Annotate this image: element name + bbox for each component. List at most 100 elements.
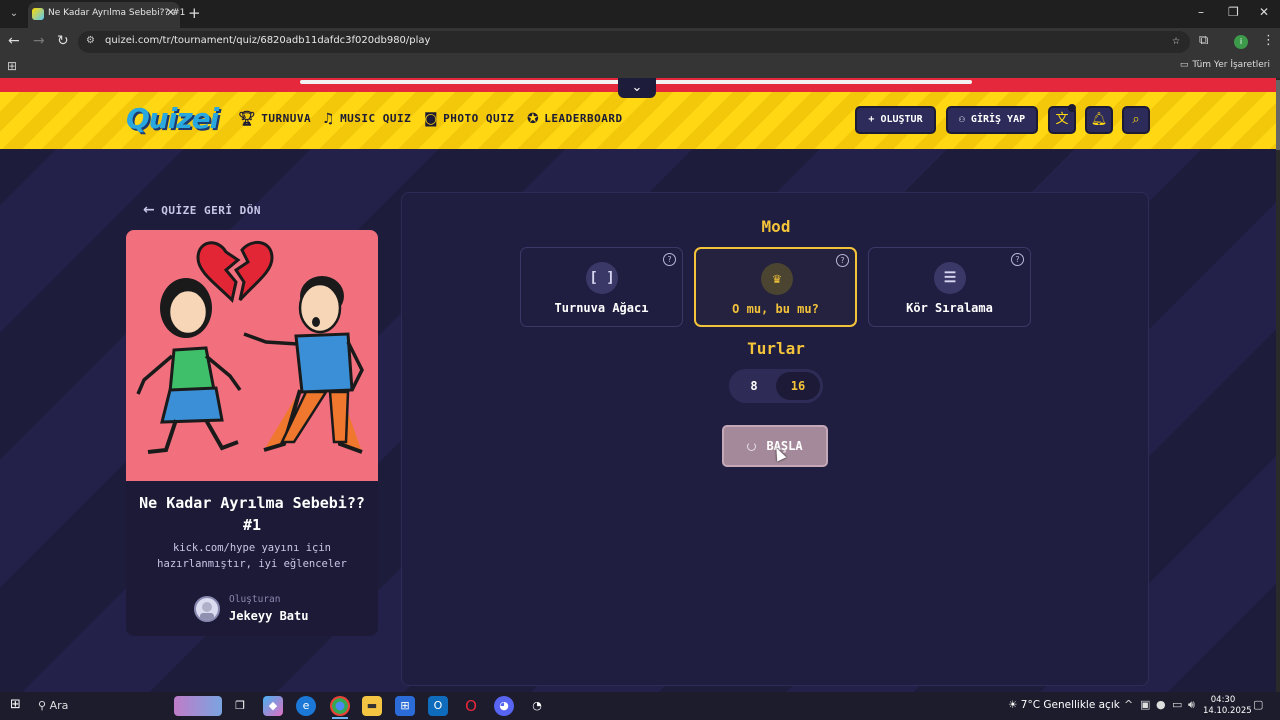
mode-title: Mod bbox=[761, 217, 791, 236]
site-info-icon[interactable]: ⚙ bbox=[86, 35, 95, 46]
bookmarks-bar: ⊞ ▭ Tüm Yer İşaretleri bbox=[0, 56, 1280, 78]
bookmark-star-icon[interactable]: ☆ bbox=[1172, 33, 1180, 48]
weather-text: 7°C Genellikle açık bbox=[1020, 699, 1120, 711]
search-icon: ⚲ bbox=[38, 699, 50, 712]
gauge-app-icon[interactable]: ◔ bbox=[527, 696, 547, 716]
profile-avatar[interactable]: i bbox=[1234, 35, 1248, 49]
mode-option-blind-ranking[interactable]: ☰ ? Kör Sıralama bbox=[868, 247, 1031, 327]
mode-option-bracket[interactable]: [ ] ? Turnuva Ağacı bbox=[520, 247, 683, 327]
start-button[interactable]: BAŞLA bbox=[722, 425, 828, 467]
discord-icon[interactable]: ◕ bbox=[494, 696, 514, 716]
network-icon[interactable]: ▭ bbox=[1172, 698, 1182, 711]
rounds-title: Turlar bbox=[747, 339, 805, 358]
browser-tab[interactable]: Ne Kadar Ayrılma Sebebi?? #1 ✕ bbox=[28, 2, 185, 28]
search-highlight-icon[interactable] bbox=[174, 696, 222, 716]
page-scrollbar[interactable] bbox=[1276, 78, 1280, 692]
extensions-icon[interactable]: ⧉ bbox=[1199, 33, 1208, 48]
url-text[interactable]: quizei.com/tr/tournament/quiz/6820adb11d… bbox=[105, 35, 430, 46]
quiz-title: Ne Kadar Ayrılma Sebebi?? #1 bbox=[139, 494, 365, 534]
edge-icon[interactable]: e bbox=[296, 696, 316, 716]
clock-date: 14.10.2025 bbox=[1203, 706, 1252, 716]
crown-icon: ♛ bbox=[761, 263, 793, 295]
taskbar-search-label: Ara bbox=[49, 699, 69, 712]
minimize-icon[interactable]: – bbox=[1198, 5, 1204, 19]
address-bar-row: ← → ↻ ⚙ quizei.com/tr/tournament/quiz/68… bbox=[0, 28, 1280, 56]
weather-icon: ☀ bbox=[1008, 699, 1021, 711]
outlook-icon[interactable]: O bbox=[428, 696, 448, 716]
task-view-icon[interactable]: ❐ bbox=[230, 696, 250, 716]
bracket-icon: [ ] bbox=[586, 262, 618, 294]
nav-turnuva-label: TURNUVA bbox=[261, 112, 312, 125]
rounds-selector: 8 16 bbox=[729, 369, 823, 403]
nav-photo-quiz[interactable]: ◙ PHOTO QUIZ bbox=[424, 111, 514, 127]
creator-name[interactable]: Jekeyy Batu bbox=[229, 609, 308, 623]
quizei-favicon-icon bbox=[32, 8, 44, 20]
reload-icon[interactable]: ↻ bbox=[57, 33, 69, 49]
copilot-icon[interactable]: ◆ bbox=[263, 696, 283, 716]
notifications-icon[interactable]: ▢ bbox=[1253, 698, 1263, 711]
back-icon[interactable]: ← bbox=[8, 33, 20, 49]
search-icon[interactable]: ⌕ bbox=[1122, 106, 1150, 134]
file-explorer-icon[interactable]: ▬ bbox=[362, 696, 382, 716]
arrow-left-icon: ← bbox=[143, 202, 156, 218]
tray-chevron-icon[interactable]: ^ bbox=[1124, 698, 1133, 711]
back-to-quiz-link[interactable]: ← QUİZE GERİ DÖN bbox=[143, 202, 261, 218]
bell-icon[interactable]: 🔔︎ bbox=[1085, 106, 1113, 134]
language-indicator-dot bbox=[1068, 104, 1076, 112]
meet-icon[interactable]: ▣ bbox=[1140, 698, 1150, 711]
restore-icon[interactable]: ❐ bbox=[1228, 5, 1239, 19]
quizei-logo[interactable]: Quizei bbox=[126, 102, 219, 135]
browser-menu-icon[interactable]: ⋮ bbox=[1262, 33, 1275, 48]
tab-title: Ne Kadar Ayrılma Sebebi?? #1 bbox=[48, 8, 186, 18]
chrome-icon[interactable] bbox=[330, 696, 350, 716]
nav-photo-quiz-label: PHOTO QUIZ bbox=[443, 112, 515, 125]
taskbar-search[interactable]: ⚲ Ara bbox=[38, 699, 68, 712]
login-label: GİRİŞ YAP bbox=[970, 114, 1026, 125]
quiz-info-card: Ne Kadar Ayrılma Sebebi?? #1 kick.com/hy… bbox=[126, 230, 378, 636]
site-header: Quizei 🏆︎ TURNUVA ♫ MUSIC QUIZ ◙ PHOTO QUIZ… bbox=[0, 92, 1276, 149]
omnibox[interactable]: ⚙ quizei.com/tr/tournament/quiz/6820adb1… bbox=[78, 31, 1190, 53]
round-option-8[interactable]: 8 bbox=[732, 372, 776, 400]
nav-music-quiz-label: MUSIC QUIZ bbox=[340, 112, 412, 125]
creator-avatar-image bbox=[200, 602, 214, 620]
active-app-indicator bbox=[332, 717, 348, 719]
store-icon[interactable]: ⊞ bbox=[395, 696, 415, 716]
scrollbar-thumb[interactable] bbox=[1276, 80, 1280, 150]
round-option-16[interactable]: 16 bbox=[776, 372, 820, 400]
volume-icon[interactable]: 🔊︎ bbox=[1188, 698, 1195, 712]
apps-grid-icon[interactable]: ⊞ bbox=[7, 59, 17, 73]
nav-music-quiz[interactable]: ♫ MUSIC QUIZ bbox=[322, 111, 411, 127]
windows-taskbar: ⊞ ⚲ Ara ❐ ◆ e ▬ ⊞ O O ◕ ◔ ☀ 7°C Genellik… bbox=[0, 692, 1280, 720]
nav-leaderboard[interactable]: ✪ LEADERBOARD bbox=[527, 111, 623, 127]
help-icon[interactable]: ? bbox=[663, 253, 676, 266]
back-to-quiz-label: QUİZE GERİ DÖN bbox=[161, 204, 261, 217]
all-bookmarks-button[interactable]: ▭ Tüm Yer İşaretleri bbox=[1180, 60, 1270, 70]
create-button[interactable]: + OLUŞTUR bbox=[855, 106, 936, 134]
close-window-icon[interactable]: ✕ bbox=[1259, 5, 1269, 19]
quiz-description: kick.com/hype yayını için hazırlanmıştır… bbox=[157, 542, 347, 570]
mode-label: Turnuva Ağacı bbox=[554, 301, 649, 315]
creator-avatar[interactable] bbox=[194, 596, 220, 622]
forward-icon[interactable]: → bbox=[33, 33, 45, 49]
help-icon[interactable]: ? bbox=[1011, 253, 1024, 266]
windows-start-icon[interactable]: ⊞ bbox=[10, 697, 21, 712]
mode-label: O mu, bu mu? bbox=[732, 302, 819, 316]
mode-option-this-or-that[interactable]: ♛ ? O mu, bu mu? bbox=[694, 247, 857, 327]
nav-turnuva[interactable]: 🏆︎ TURNUVA bbox=[238, 111, 311, 127]
opera-icon[interactable]: O bbox=[461, 696, 481, 716]
mode-label: Kör Sıralama bbox=[906, 301, 993, 315]
new-tab-button[interactable]: + bbox=[188, 4, 201, 22]
collapse-chevron-icon[interactable]: ⌄ bbox=[618, 78, 656, 98]
folder-icon: ▭ bbox=[1179, 60, 1189, 70]
breakup-illustration bbox=[136, 241, 364, 454]
all-bookmarks-label: Tüm Yer İşaretleri bbox=[1192, 60, 1270, 70]
award-icon: ✪ bbox=[527, 111, 540, 127]
tab-search-chevron-icon[interactable]: ⌄ bbox=[6, 6, 22, 22]
login-button[interactable]: ⚇ GİRİŞ YAP bbox=[946, 106, 1038, 134]
tab-close-icon[interactable]: ✕ bbox=[166, 6, 175, 19]
ranked-list-icon: ☰ bbox=[934, 262, 966, 294]
weather-widget[interactable]: ☀ 7°C Genellikle açık bbox=[1008, 699, 1120, 711]
system-clock[interactable]: 04:30 14.10.2025 bbox=[1203, 695, 1252, 717]
help-icon[interactable]: ? bbox=[836, 254, 849, 267]
microphone-icon[interactable]: ● bbox=[1156, 698, 1166, 711]
